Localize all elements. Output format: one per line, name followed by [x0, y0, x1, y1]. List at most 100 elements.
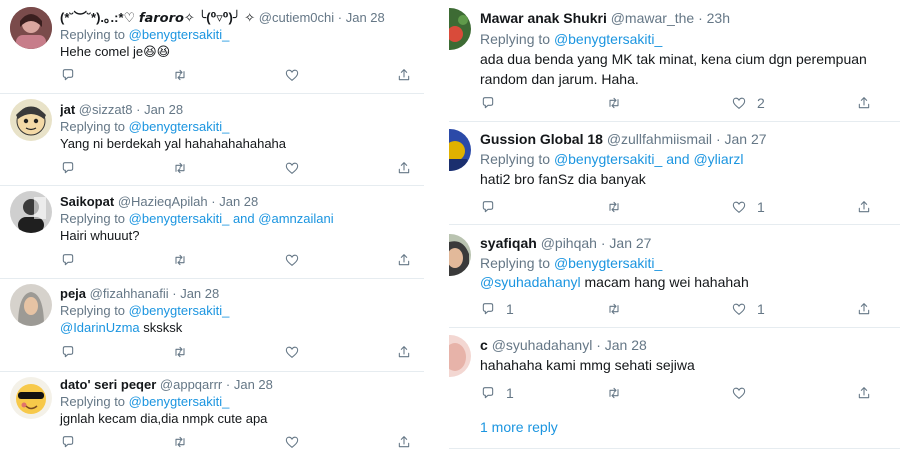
avatar[interactable] [10, 7, 52, 49]
retweet-button[interactable] [172, 159, 188, 177]
timestamp[interactable]: Jan 28 [346, 10, 385, 25]
like-button[interactable] [284, 343, 300, 361]
tweet[interactable]: Gussion Global 18 @zullfahmiismail · Jan… [449, 121, 900, 225]
avatar[interactable] [10, 191, 52, 233]
reply-button[interactable] [60, 251, 76, 269]
tweet[interactable]: jat @sizzat8 · Jan 28 Replying to @benyg… [0, 93, 424, 186]
like-button[interactable] [731, 384, 747, 402]
mention-link[interactable]: @benygtersakiti_ [554, 255, 662, 271]
display-name[interactable]: Mawar anak Shukri [480, 10, 607, 26]
tweet[interactable]: Mawar anak Shukri @mawar_the · 23h Reply… [449, 0, 900, 122]
avatar[interactable] [449, 234, 471, 276]
mention-link[interactable]: @amnzailani [258, 211, 333, 226]
display-name[interactable]: (*˘︶˘*).｡.:*♡ 𝙛𝙖𝙧𝙤𝙧𝙤✧ ╰(⁰▿⁰)╯ ✧ [60, 10, 255, 25]
tweet[interactable]: syafiqah @pihqah · Jan 27 Replying to @b… [449, 224, 900, 328]
share-button[interactable] [396, 251, 412, 269]
retweet-button[interactable] [172, 343, 188, 361]
avatar[interactable] [449, 129, 471, 171]
timestamp[interactable]: Jan 28 [234, 377, 273, 392]
tweet[interactable]: (*˘︶˘*).｡.:*♡ 𝙛𝙖𝙧𝙤𝙧𝙤✧ ╰(⁰▿⁰)╯ ✧ @cutiem0… [0, 0, 424, 94]
handle[interactable]: @appqarrr [160, 377, 222, 392]
timestamp[interactable]: 23h [707, 10, 730, 26]
like-button[interactable]: 2 [731, 94, 765, 112]
reply-button[interactable] [60, 343, 76, 361]
reply-button[interactable]: 1 [480, 384, 514, 402]
display-name[interactable]: Saikopat [60, 194, 114, 209]
handle[interactable]: @pihqah [541, 235, 597, 251]
display-name[interactable]: c [480, 337, 488, 353]
mention-link[interactable]: @benygtersakiti_ [129, 303, 230, 318]
avatar-photo [449, 129, 471, 171]
mention-link[interactable]: @benygtersakiti_ [554, 31, 662, 47]
retweet-button[interactable] [606, 198, 622, 216]
handle[interactable]: @sizzat8 [79, 102, 133, 117]
handle[interactable]: @cutiem0chi [259, 10, 334, 25]
retweet-button[interactable] [606, 94, 622, 112]
timestamp[interactable]: Jan 28 [180, 286, 219, 301]
retweet-icon [175, 69, 185, 81]
mention-link[interactable]: @benygtersakiti_ [129, 27, 230, 42]
separator: · [136, 102, 141, 117]
retweet-button[interactable] [172, 251, 188, 269]
avatar-photo [10, 7, 52, 49]
mention-link[interactable]: @benygtersakiti_ [129, 211, 230, 226]
share-button[interactable] [856, 198, 872, 216]
tweet[interactable]: c @syuhadahanyl · Jan 28 hahahaha kami m… [449, 327, 900, 409]
timestamp[interactable]: Jan 28 [605, 337, 647, 353]
avatar[interactable] [449, 335, 471, 377]
retweet-button[interactable] [172, 66, 188, 84]
reply-button[interactable] [480, 198, 496, 216]
handle[interactable]: @HazieqApilah [118, 194, 208, 209]
mention-link[interactable]: @benygtersakiti_ [129, 394, 230, 409]
timestamp[interactable]: Jan 27 [609, 235, 651, 251]
mention-link[interactable]: @benygtersakiti_ [129, 119, 230, 134]
timestamp[interactable]: Jan 28 [144, 102, 183, 117]
tweet-header: (*˘︶˘*).｡.:*♡ 𝙛𝙖𝙧𝙤𝙧𝙤✧ ╰(⁰▿⁰)╯ ✧ @cutiem0… [60, 9, 418, 26]
like-button[interactable]: 1 [731, 300, 765, 318]
timestamp[interactable]: Jan 27 [725, 131, 767, 147]
mention-link[interactable]: @IdarinUzma [60, 320, 140, 335]
timestamp[interactable]: Jan 28 [219, 194, 258, 209]
share-button[interactable] [396, 343, 412, 361]
reply-button[interactable] [480, 94, 496, 112]
share-button[interactable] [856, 94, 872, 112]
share-button[interactable] [396, 66, 412, 84]
mention-link[interactable]: @benygtersakiti_ [554, 151, 662, 167]
reply-button[interactable] [60, 433, 76, 451]
avatar[interactable] [10, 377, 52, 419]
display-name[interactable]: dato' seri peqer [60, 377, 156, 392]
reply-button[interactable] [60, 159, 76, 177]
like-button[interactable] [284, 159, 300, 177]
tweet[interactable]: peja @fizahhanafii · Jan 28 Replying to … [0, 278, 424, 372]
handle[interactable]: @mawar_the [611, 10, 694, 26]
mention-link[interactable]: @yliarzl [693, 151, 743, 167]
handle[interactable]: @syuhadahanyl [492, 337, 593, 353]
like-button[interactable] [284, 251, 300, 269]
mention-link[interactable]: @syuhadahanyl [480, 274, 581, 290]
handle[interactable]: @zullfahmiismail [607, 131, 712, 147]
like-button[interactable] [284, 433, 300, 451]
tweet-header: dato' seri peqer @appqarrr · Jan 28 [60, 376, 418, 393]
tweet[interactable]: dato' seri peqer @appqarrr · Jan 28 Repl… [0, 371, 424, 450]
like-button[interactable]: 1 [731, 198, 765, 216]
share-button[interactable] [856, 384, 872, 402]
share-button[interactable] [396, 159, 412, 177]
retweet-button[interactable] [172, 433, 188, 451]
retweet-button[interactable] [606, 384, 622, 402]
display-name[interactable]: peja [60, 286, 86, 301]
tweet[interactable]: Saikopat @HazieqApilah · Jan 28 Replying… [0, 185, 424, 279]
display-name[interactable]: jat [60, 102, 75, 117]
show-more-replies-link[interactable]: 1 more reply [480, 419, 558, 435]
reply-button[interactable]: 1 [480, 300, 514, 318]
retweet-button[interactable] [606, 300, 622, 318]
display-name[interactable]: syafiqah [480, 235, 537, 251]
avatar[interactable] [10, 284, 52, 326]
like-button[interactable] [284, 66, 300, 84]
share-button[interactable] [396, 433, 412, 451]
avatar[interactable] [10, 99, 52, 141]
reply-button[interactable] [60, 66, 76, 84]
display-name[interactable]: Gussion Global 18 [480, 131, 603, 147]
handle[interactable]: @fizahhanafii [90, 286, 169, 301]
share-button[interactable] [856, 300, 872, 318]
avatar[interactable] [449, 8, 471, 50]
